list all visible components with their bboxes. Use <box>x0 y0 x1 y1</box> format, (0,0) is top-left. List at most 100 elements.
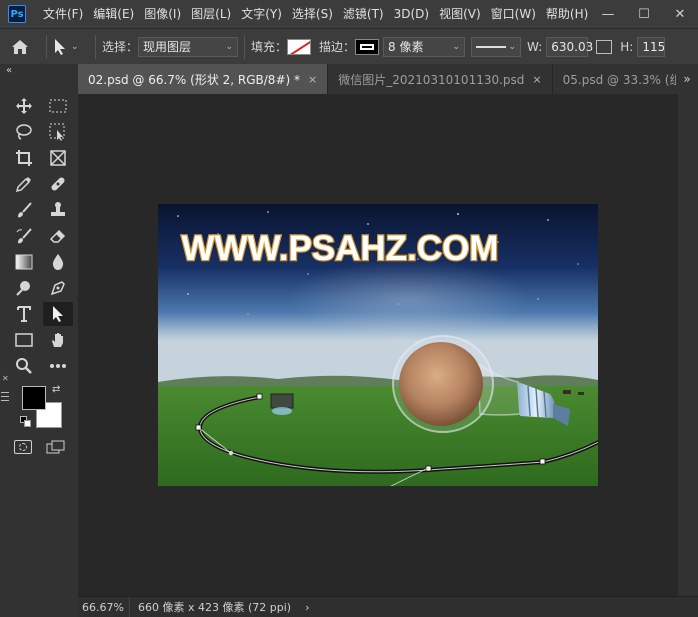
menu-image[interactable]: 图像(I) <box>139 0 186 28</box>
foreground-color-swatch[interactable] <box>22 386 46 410</box>
swap-colors-icon[interactable]: ⇄ <box>52 384 60 395</box>
path-selection-tool[interactable] <box>43 302 73 326</box>
select-label: 选择： <box>102 40 139 54</box>
fill-color-swatch[interactable] <box>287 38 312 55</box>
pen-tool[interactable] <box>43 276 73 300</box>
moon <box>399 342 483 426</box>
document-canvas[interactable]: WWW.PSAHZ.COM <box>158 204 598 486</box>
close-button[interactable]: ✕ <box>662 0 698 28</box>
vertical-scrollbar[interactable] <box>678 94 698 596</box>
chevron-down-icon: ⌄ <box>71 41 79 52</box>
move-tool[interactable] <box>9 94 39 118</box>
default-colors-icon[interactable] <box>20 416 32 428</box>
chevron-down-icon: ⌄ <box>225 41 234 52</box>
type-icon <box>17 306 31 322</box>
type-tool[interactable] <box>9 302 39 326</box>
select-layer-dropdown[interactable]: 现用图层 ⌄ <box>138 36 239 57</box>
minimize-button[interactable]: — <box>590 0 626 28</box>
menu-filter[interactable]: 滤镜(T) <box>338 0 389 28</box>
brush-tool[interactable] <box>9 198 39 222</box>
photoshop-window: Ps 文件(F) 编辑(E) 图像(I) 图层(L) 文字(Y) 选择(S) 滤… <box>0 0 698 617</box>
hand-icon <box>52 333 63 347</box>
menu-window[interactable]: 窗口(W) <box>486 0 541 28</box>
move-icon <box>16 98 32 114</box>
canvas-area[interactable]: WWW.PSAHZ.COM <box>78 94 678 596</box>
width-input[interactable]: 630.03 <box>546 36 593 57</box>
menu-3d[interactable]: 3D(D) <box>389 0 434 28</box>
path-selection-icon <box>53 306 63 322</box>
more-icon <box>50 364 66 368</box>
tab-wechat-image[interactable]: 微信图片_20210310101130.psd × <box>328 64 553 94</box>
menu-bar: Ps 文件(F) 编辑(E) 图像(I) 图层(L) 文字(Y) 选择(S) 滤… <box>0 0 698 28</box>
stroke-width-dropdown[interactable]: 8 像素 ⌄ <box>383 36 466 57</box>
chevron-down-icon: ⌄ <box>452 41 461 52</box>
gradient-icon <box>15 254 33 270</box>
frame-tool[interactable] <box>43 146 73 170</box>
eraser-tool[interactable] <box>43 224 73 248</box>
select-layer-value: 现用图层 <box>143 40 192 54</box>
app-logo: Ps <box>8 5 26 23</box>
restore-button[interactable]: ☐ <box>626 0 662 28</box>
window-controls: — ☐ ✕ <box>590 0 698 28</box>
panel-edge-marks: ✕ <box>0 374 10 464</box>
eraser-icon <box>49 229 66 243</box>
separator <box>95 34 96 59</box>
tab-close-icon[interactable]: × <box>308 73 317 86</box>
small-plug <box>270 393 294 415</box>
tab-02-psd[interactable]: 02.psd @ 66.7% (形状 2, RGB/8#) * × <box>78 64 329 94</box>
screen-mode-button[interactable] <box>46 440 66 454</box>
eyedropper-tool[interactable] <box>9 172 39 196</box>
stroke-type-dropdown[interactable]: ⌄ <box>471 36 522 57</box>
tabs-overflow-button[interactable]: » <box>676 64 698 94</box>
menu-layer[interactable]: 图层(L) <box>186 0 236 28</box>
height-input[interactable]: 115.2 <box>637 36 666 57</box>
object-select-tool[interactable] <box>43 120 73 144</box>
status-menu-arrow[interactable]: › <box>299 601 315 614</box>
document-tabs: 02.psd @ 66.7% (形状 2, RGB/8#) * × 微信图片_2… <box>78 64 698 94</box>
home-button[interactable] <box>0 29 40 65</box>
document-image[interactable]: WWW.PSAHZ.COM <box>158 204 598 486</box>
stamp-icon <box>51 202 65 216</box>
stroke-line-icon <box>476 45 507 48</box>
menu-help[interactable]: 帮助(H) <box>541 0 593 28</box>
dodge-icon <box>16 281 30 296</box>
blur-tool[interactable] <box>43 250 73 274</box>
quick-mask-icon <box>19 443 27 451</box>
more-tools-button[interactable] <box>43 354 73 378</box>
marquee-tool[interactable] <box>43 94 73 118</box>
milky-way-glow <box>288 259 528 339</box>
stroke-label: 描边： <box>319 40 356 54</box>
rectangle-marquee-icon <box>49 99 67 113</box>
zoom-level[interactable]: 66.67% <box>78 596 130 617</box>
status-bar: 66.67% 660 像素 x 423 像素 (72 ppi) › <box>78 596 698 617</box>
menu-select[interactable]: 选择(S) <box>287 0 338 28</box>
quick-mask-button[interactable] <box>14 440 32 454</box>
toolbar-collapse-button[interactable]: « <box>0 64 78 78</box>
rectangle-tool[interactable] <box>9 328 39 352</box>
menu-type[interactable]: 文字(Y) <box>236 0 287 28</box>
path-select-tool-icon[interactable]: ⌄ <box>53 38 89 56</box>
history-brush-tool[interactable] <box>9 224 39 248</box>
crop-icon <box>16 150 32 166</box>
menu-edit[interactable]: 编辑(E) <box>88 0 139 28</box>
tab-label: 微信图片_20210310101130.psd <box>338 72 525 87</box>
stamp-tool[interactable] <box>43 198 73 222</box>
drop-icon <box>52 254 64 270</box>
dodge-tool[interactable] <box>9 276 39 300</box>
tab-label: 02.psd @ 66.7% (形状 2, RGB/8#) * <box>88 72 300 87</box>
stroke-color-swatch[interactable] <box>355 38 380 55</box>
zoom-tool[interactable] <box>9 354 39 378</box>
frame-icon <box>50 150 66 166</box>
gradient-tool[interactable] <box>9 250 39 274</box>
tab-close-icon[interactable]: × <box>532 73 541 86</box>
lasso-tool[interactable] <box>9 120 39 144</box>
link-icon[interactable] <box>596 39 613 54</box>
width-label: W: <box>527 39 543 54</box>
object-select-icon <box>49 123 65 141</box>
healing-brush-tool[interactable] <box>43 172 73 196</box>
stroke-width-value: 8 像素 <box>388 40 424 54</box>
menu-view[interactable]: 视图(V) <box>434 0 486 28</box>
crop-tool[interactable] <box>9 146 39 170</box>
hand-tool[interactable] <box>43 328 73 352</box>
menu-file[interactable]: 文件(F) <box>38 0 88 28</box>
